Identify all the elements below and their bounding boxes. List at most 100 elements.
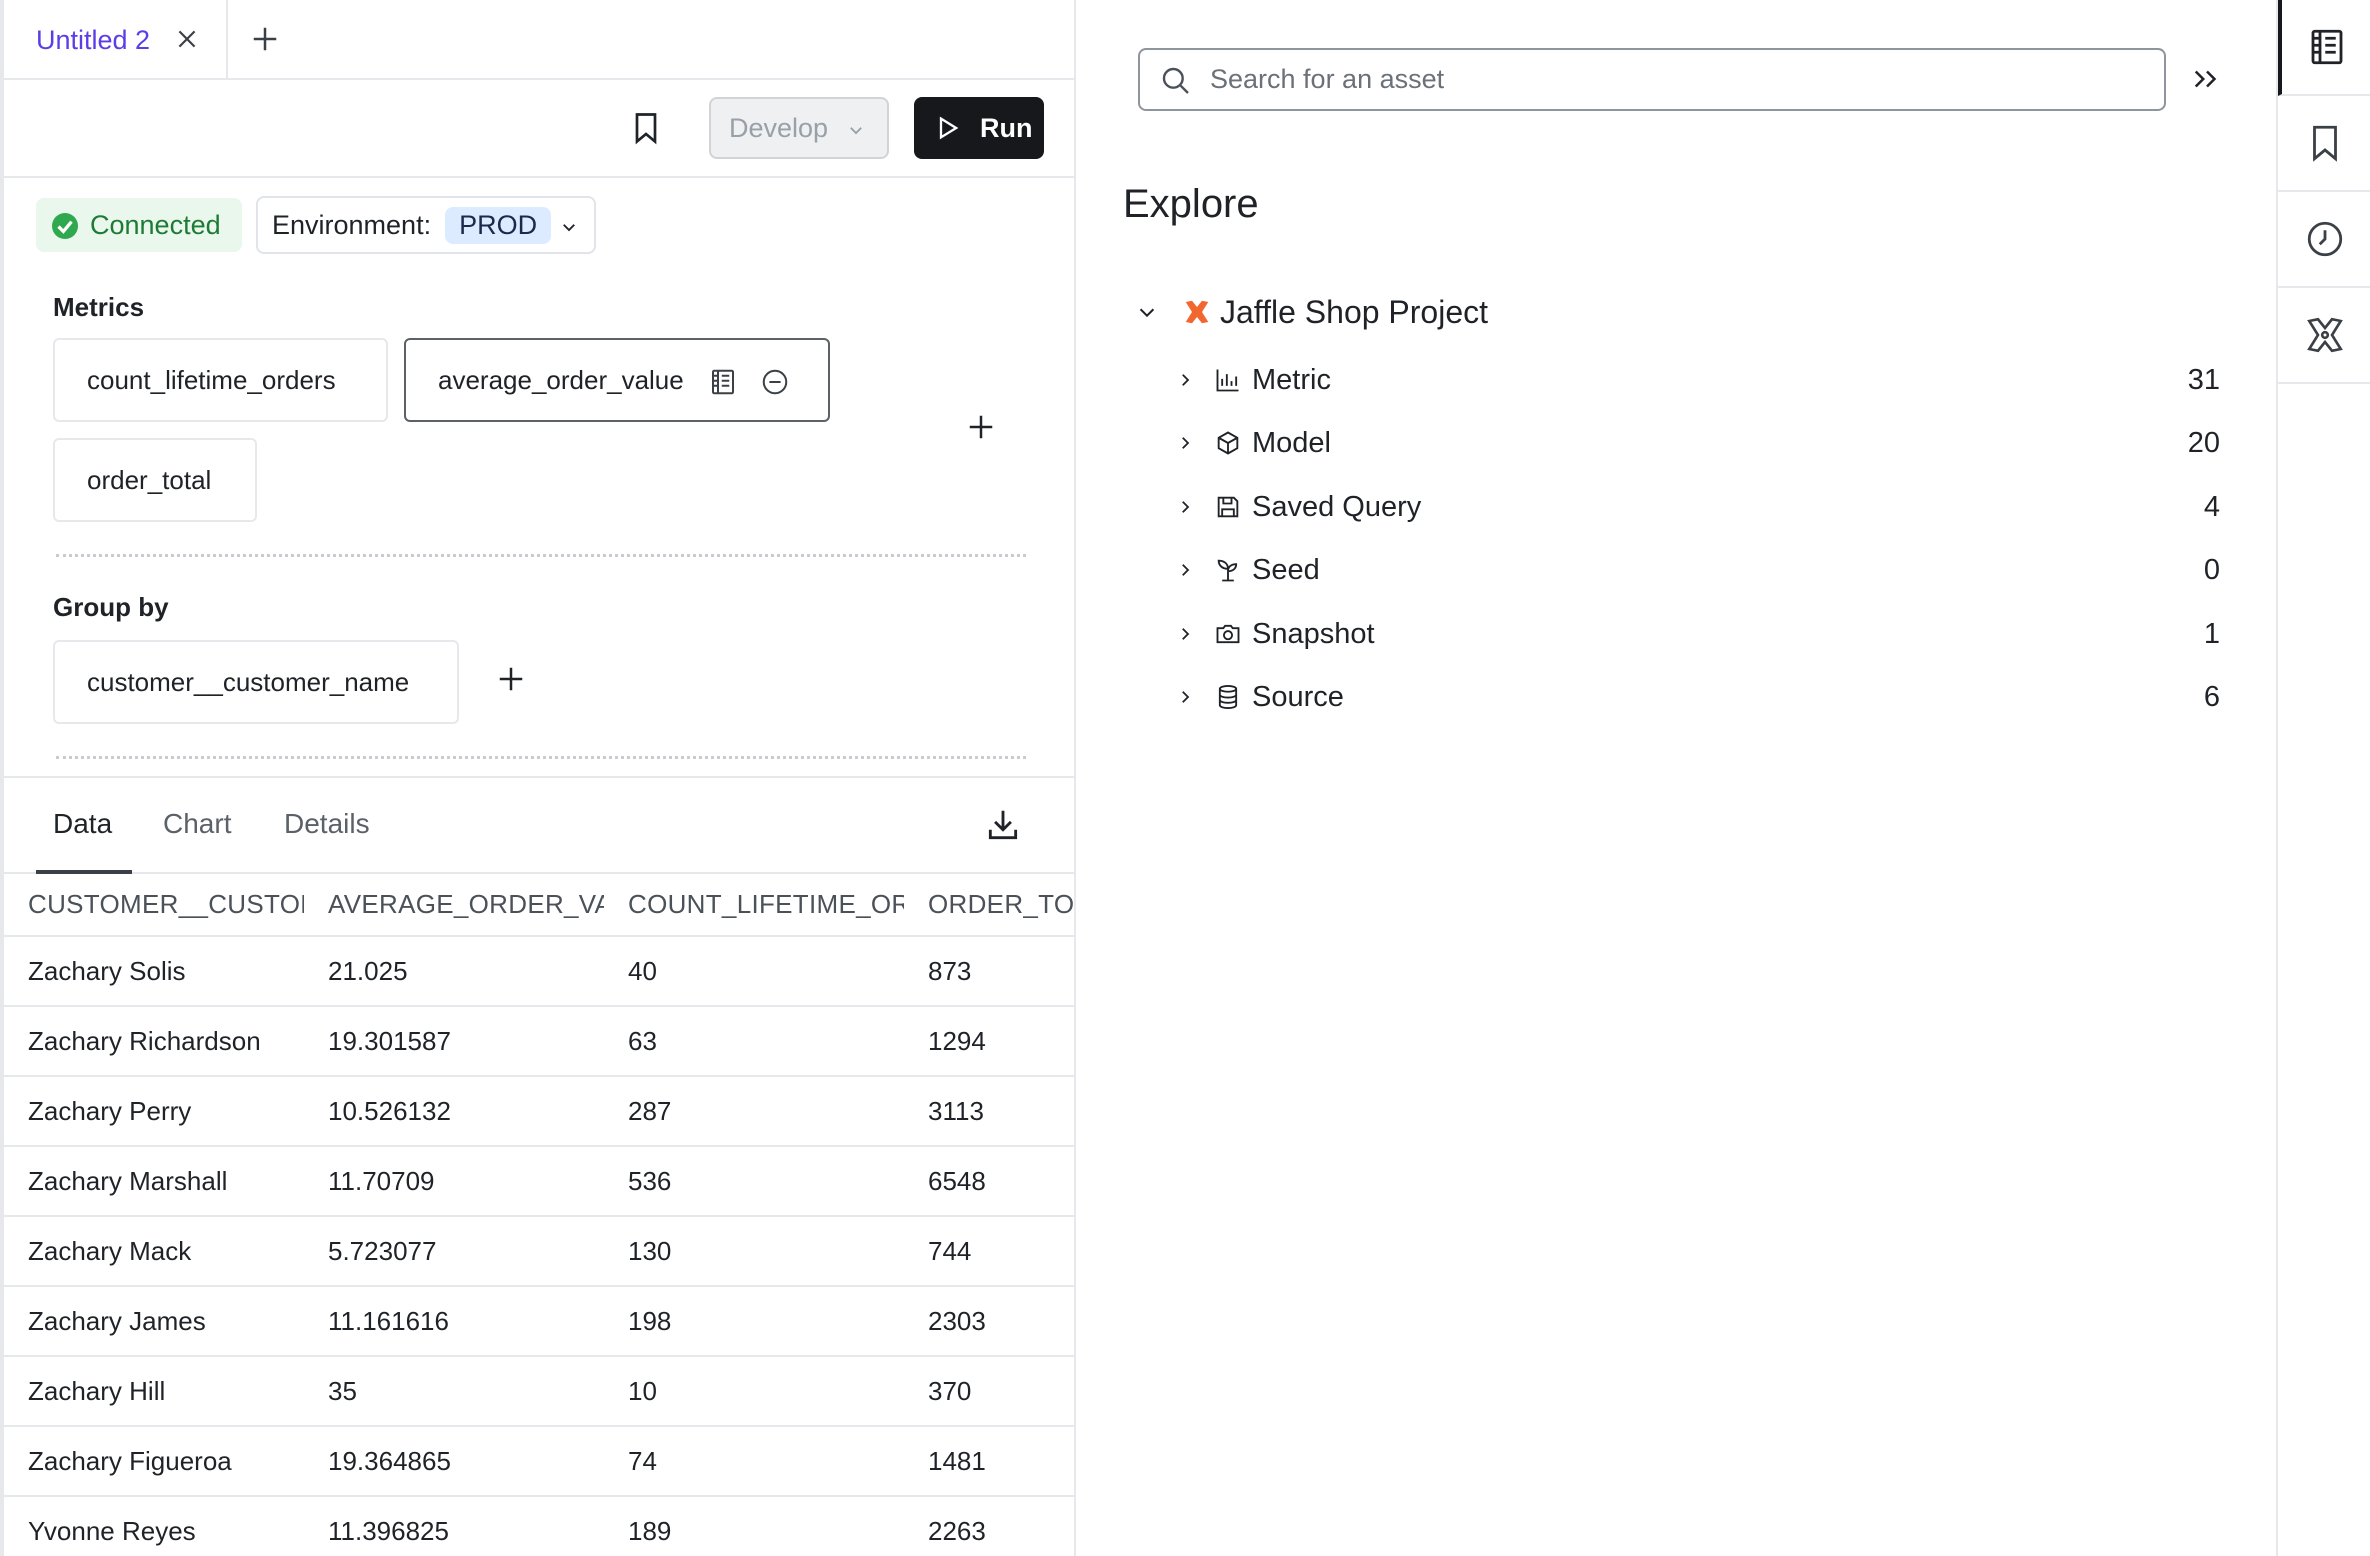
tree-project-jaffle-shop[interactable]: Jaffle Shop Project <box>1136 290 1488 334</box>
metric-chip-label: count_lifetime_orders <box>87 364 336 395</box>
rail-history-button[interactable] <box>2278 192 2370 288</box>
remove-circle-icon[interactable] <box>760 367 790 397</box>
table-cell: 11.70709 <box>304 1146 604 1217</box>
tree-node-model[interactable]: Model 20 <box>1176 421 2220 465</box>
asset-search-input[interactable]: Search for an asset <box>1138 48 2166 111</box>
tree-node-count: 4 <box>2203 490 2220 523</box>
tree-node-count: 0 <box>2203 553 2220 586</box>
tree-node-label: Source <box>1252 680 1344 713</box>
table-cell: 198 <box>604 1286 904 1357</box>
table-row: Zachary Mack 5.723077 130 744 <box>4 1216 1074 1287</box>
query-editor-pane: Untitled 2 Develop Run Connected Environ… <box>0 0 1076 1556</box>
table-cell: Zachary Figueroa <box>4 1426 304 1497</box>
column-header[interactable]: AVERAGE_ORDER_VALUE <box>304 874 604 937</box>
table-row: Zachary Richardson 19.301587 63 1294 <box>4 1006 1074 1077</box>
environment-select[interactable]: Environment: PROD <box>256 196 596 254</box>
table-cell: Zachary Marshall <box>4 1146 304 1217</box>
column-header[interactable]: COUNT_LIFETIME_ORDERS <box>604 874 904 937</box>
metrics-title: Metrics <box>53 292 145 322</box>
connection-status-text: Connected <box>90 209 221 240</box>
history-icon <box>2307 221 2343 257</box>
save-icon <box>1217 496 1239 518</box>
add-tab-icon[interactable] <box>250 24 280 54</box>
add-group-by-icon[interactable] <box>496 664 526 694</box>
environment-label: Environment: <box>272 209 432 240</box>
tree-node-seed[interactable]: Seed 0 <box>1176 548 2220 592</box>
rail-bookmarks-button[interactable] <box>2278 96 2370 192</box>
run-button[interactable]: Run <box>914 97 1044 159</box>
bookmark-icon[interactable] <box>628 108 664 148</box>
table-cell: 10 <box>604 1356 904 1427</box>
table-cell: Yvonne Reyes <box>4 1496 304 1556</box>
chevron-right-icon[interactable] <box>1176 498 1194 516</box>
table-row: Zachary Hill 35 10 370 <box>4 1356 1074 1427</box>
metric-chip-label: order_total <box>87 464 212 495</box>
tree-node-snapshot[interactable]: Snapshot 1 <box>1176 612 2220 656</box>
rail-dbt-button[interactable] <box>2278 288 2370 384</box>
details-icon[interactable] <box>708 367 738 397</box>
table-cell: 5.723077 <box>304 1216 604 1287</box>
table-cell: 3113 <box>904 1076 1074 1147</box>
query-toolbar: Develop Run <box>4 80 1074 178</box>
table-cell: 873 <box>904 936 1074 1007</box>
group-by-chip-label: customer__customer_name <box>87 666 410 697</box>
connection-status-badge: Connected <box>36 198 242 252</box>
group-by-chip-customer-name[interactable]: customer__customer_name <box>53 640 459 724</box>
project-name: Jaffle Shop Project <box>1220 293 1489 330</box>
rail-catalog-button[interactable] <box>2278 0 2370 96</box>
explore-pane: Search for an asset Explore Jaffle Shop … <box>1076 0 2276 1556</box>
close-icon[interactable] <box>174 26 200 52</box>
table-row: Zachary Solis 21.025 40 873 <box>4 936 1074 1007</box>
table-cell: Zachary Solis <box>4 936 304 1007</box>
add-metric-icon[interactable] <box>966 412 996 442</box>
column-header[interactable]: ORDER_TOTAL <box>904 874 1074 937</box>
right-rail <box>2276 0 2370 1556</box>
table-cell: 19.364865 <box>304 1426 604 1497</box>
cube-icon <box>1217 431 1239 455</box>
tab-chart[interactable]: Chart <box>163 808 231 840</box>
tree-node-label: Metric <box>1252 363 1331 396</box>
metric-chip-average-order-value[interactable]: average_order_value <box>404 338 830 422</box>
table-cell: Zachary Perry <box>4 1076 304 1147</box>
table-cell: 11.161616 <box>304 1286 604 1357</box>
tab-untitled-2[interactable]: Untitled 2 <box>4 0 228 80</box>
table-cell: 2303 <box>904 1286 1074 1357</box>
metric-chip-order-total[interactable]: order_total <box>53 438 257 522</box>
table-cell: Zachary Richardson <box>4 1006 304 1077</box>
table-row: Zachary James 11.161616 198 2303 <box>4 1286 1074 1357</box>
develop-label: Develop <box>729 112 829 143</box>
tree-node-count: 20 <box>2187 426 2220 459</box>
table-row: Zachary Perry 10.526132 287 3113 <box>4 1076 1074 1147</box>
run-label: Run <box>980 112 1033 143</box>
table-cell: 21.025 <box>304 936 604 1007</box>
download-icon[interactable] <box>984 806 1022 844</box>
develop-button[interactable]: Develop <box>709 97 889 159</box>
table-cell: 40 <box>604 936 904 1007</box>
chevron-right-icon[interactable] <box>1176 561 1194 579</box>
chevron-right-icon[interactable] <box>1176 688 1194 706</box>
table-cell: 287 <box>604 1076 904 1147</box>
camera-icon <box>1216 624 1240 644</box>
tab-details[interactable]: Details <box>284 808 370 840</box>
chevron-right-icon[interactable] <box>1176 625 1194 643</box>
tree-node-label: Saved Query <box>1252 490 1422 523</box>
table-cell: 63 <box>604 1006 904 1077</box>
bookmark-icon <box>2313 125 2337 162</box>
chevron-down-icon[interactable] <box>1136 301 1158 323</box>
tree-node-metric[interactable]: Metric 31 <box>1176 358 2220 402</box>
column-header[interactable]: CUSTOMER__CUSTOMER_NAME <box>4 874 304 937</box>
table-cell: Zachary James <box>4 1286 304 1357</box>
collapse-panel-icon[interactable] <box>2192 66 2222 92</box>
chevron-right-icon[interactable] <box>1176 434 1194 452</box>
tree-node-saved-query[interactable]: Saved Query 4 <box>1176 485 2220 529</box>
group-by-title: Group by <box>53 592 169 622</box>
table-cell: 189 <box>604 1496 904 1556</box>
section-divider <box>56 554 1026 557</box>
tree-node-count: 31 <box>2187 363 2220 396</box>
tab-data[interactable]: Data <box>53 808 112 840</box>
check-circle-icon <box>52 213 78 239</box>
chevron-right-icon[interactable] <box>1176 371 1194 389</box>
play-icon <box>939 116 959 140</box>
metric-chip-count-lifetime-orders[interactable]: count_lifetime_orders <box>53 338 388 422</box>
tree-node-source[interactable]: Source 6 <box>1176 675 2220 719</box>
